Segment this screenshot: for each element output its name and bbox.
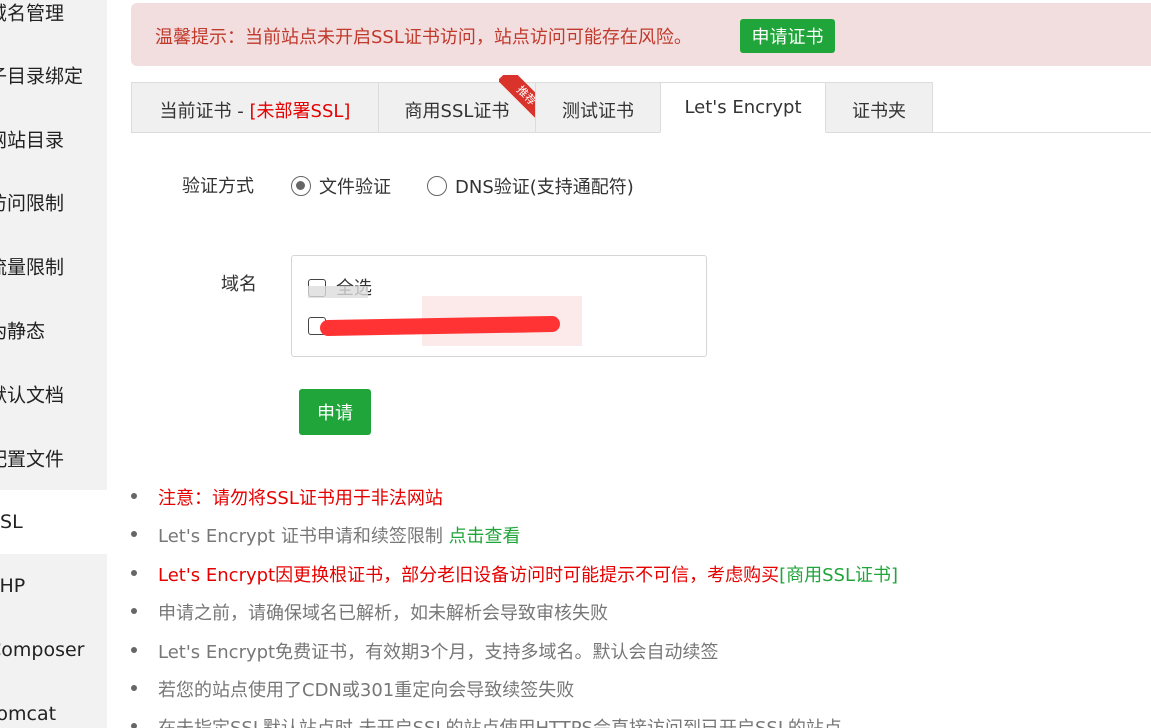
tab-label: 测试证书 — [562, 101, 634, 122]
sidebar-item-label: 流量限制 — [0, 256, 65, 279]
sidebar-item-access[interactable]: 访问限制 — [0, 170, 107, 234]
sidebar-item-traffic[interactable]: 流量限制 — [0, 234, 107, 298]
verify-method-label: 验证方式 — [182, 176, 254, 197]
tab-lets-encrypt[interactable]: Let's Encrypt — [660, 82, 826, 133]
sidebar-item-label: SSL — [0, 511, 23, 533]
bullet — [131, 493, 137, 499]
sidebar-item-tomcat[interactable]: Tomcat — [0, 682, 107, 728]
sidebar-item-label: 子目录绑定 — [0, 65, 84, 88]
sidebar-item-config[interactable]: 配置文件 — [0, 426, 107, 490]
bullet — [131, 647, 137, 653]
view-limits-link[interactable]: 点击查看 — [449, 526, 521, 547]
sidebar: 域名管理 子目录绑定 网站目录 访问限制 流量限制 伪静态 默认文档 配置文件 … — [0, 0, 107, 728]
option-label: DNS验证(支持通配符) — [455, 177, 634, 198]
dns-verify-option[interactable]: DNS验证(支持通配符) — [427, 173, 634, 199]
alert-text: 温馨提示：当前站点未开启SSL证书访问，站点访问可能存在风险。 — [155, 27, 692, 48]
bullet — [131, 531, 137, 537]
sidebar-item-default-doc[interactable]: 默认文档 — [0, 362, 107, 426]
sidebar-item-composer[interactable]: Composer — [0, 618, 107, 682]
apply-certificate-button[interactable]: 申请证书 — [740, 19, 835, 53]
tab-label: 当前证书 - — [159, 101, 250, 122]
sidebar-item-label: 网站目录 — [0, 129, 65, 152]
sidebar-item-label: Tomcat — [0, 703, 57, 725]
sidebar-item-label: 域名管理 — [0, 2, 65, 25]
bullet — [131, 570, 137, 576]
redaction-blur — [308, 286, 368, 298]
sidebar-item-label: PHP — [0, 575, 26, 597]
sidebar-item-webdir[interactable]: 网站目录 — [0, 107, 107, 171]
domain-list: 全选 — [291, 255, 707, 357]
tab-label: 证书夹 — [852, 101, 906, 122]
sidebar-item-rewrite[interactable]: 伪静态 — [0, 298, 107, 362]
apply-button[interactable]: 申请 — [299, 389, 371, 435]
tab-commercial-ssl[interactable]: 商用SSL证书 推荐 — [378, 75, 543, 133]
ssl-warning-alert: 温馨提示：当前站点未开启SSL证书访问，站点访问可能存在风险。 申请证书 — [131, 3, 1151, 66]
sidebar-item-label: Composer — [0, 639, 85, 661]
option-label: 文件验证 — [319, 177, 391, 198]
sidebar-item-domain[interactable]: 域名管理 — [0, 0, 107, 44]
bullet — [131, 608, 137, 614]
sidebar-item-label: 配置文件 — [0, 448, 65, 471]
tab-current-cert[interactable]: 当前证书 - [未部署SSL] — [131, 82, 379, 133]
radio-checked-icon[interactable] — [291, 176, 311, 196]
tab-cert-folder[interactable]: 证书夹 — [825, 82, 933, 133]
sidebar-item-php[interactable]: PHP — [0, 554, 107, 618]
sidebar-item-label: 访问限制 — [0, 192, 65, 215]
bullet — [131, 685, 137, 691]
tab-test-cert[interactable]: 测试证书 — [535, 82, 661, 133]
file-verify-option[interactable]: 文件验证 — [291, 173, 391, 199]
sidebar-item-ssl[interactable]: SSL — [0, 490, 107, 554]
tab-label: Let's Encrypt — [684, 97, 802, 118]
sidebar-item-label: 伪静态 — [0, 320, 46, 343]
sidebar-item-subdir[interactable]: 子目录绑定 — [0, 43, 107, 107]
cert-status: [未部署SSL] — [249, 101, 351, 122]
commercial-ssl-link[interactable]: [商用SSL证书] — [779, 565, 898, 586]
radio-unchecked-icon[interactable] — [427, 176, 447, 196]
bullet — [131, 723, 137, 728]
domain-label: 域名 — [221, 274, 257, 295]
sidebar-item-label: 默认文档 — [0, 384, 65, 407]
